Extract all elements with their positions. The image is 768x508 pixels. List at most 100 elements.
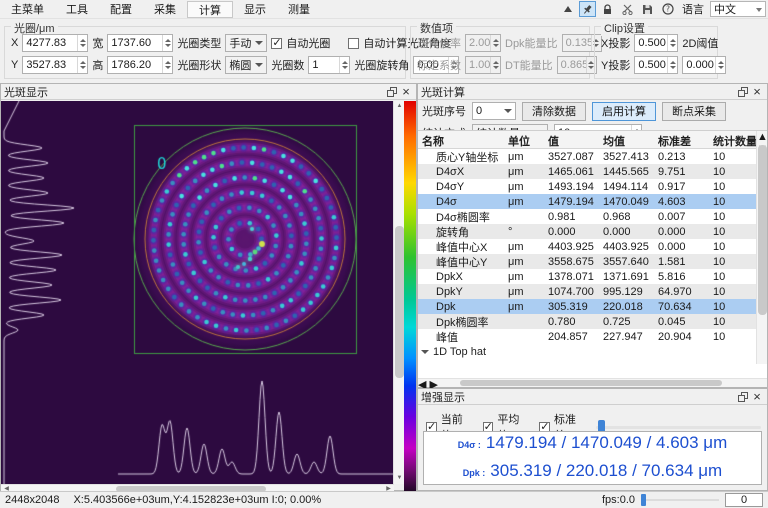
cell-mean: 4403.925	[603, 240, 649, 253]
table-horizontal-scrollbar[interactable]: ◀ ▶	[418, 378, 767, 391]
threshold-spinner[interactable]: 0.000	[682, 56, 727, 74]
cell-std: 1.581	[658, 255, 686, 268]
table-row[interactable]: 质心Y轴坐标 μm 3527.087 3527.413 0.213 10	[418, 149, 767, 164]
fps-slider[interactable]	[641, 494, 719, 506]
cell-value: 3558.675	[548, 255, 594, 268]
cell-value: 1493.194	[548, 180, 594, 193]
enable-calc-button[interactable]: 启用计算	[592, 101, 656, 121]
table-row[interactable]: D4σY μm 1493.194 1494.114 0.917 10	[418, 179, 767, 194]
cell-std: 20.904	[658, 330, 692, 343]
breakpoint-button[interactable]: 断点采集	[662, 101, 726, 121]
spot-display-titlebar: 光斑显示 ×	[1, 84, 416, 100]
cell-name: 质心Y轴坐标	[436, 151, 499, 164]
cell-mean: 1371.691	[603, 270, 649, 283]
header-unit: 单位	[508, 136, 530, 148]
table-row[interactable]: DpkX μm 1378.071 1371.691 5.816 10	[418, 269, 767, 284]
close-icon[interactable]: ×	[750, 390, 764, 403]
cell-mean: 227.947	[603, 330, 643, 343]
yproj-spinner[interactable]: 0.500	[634, 56, 679, 74]
beam-canvas[interactable]	[1, 101, 393, 484]
cut-icon[interactable]	[619, 1, 636, 17]
language-dropdown[interactable]: 中文	[710, 1, 766, 17]
aperture-count-spinner[interactable]: 1	[308, 56, 351, 74]
cell-std: 0.000	[658, 225, 686, 238]
group-row-1d-tophat[interactable]: 1D Top hat	[418, 345, 756, 359]
aperture-type-dropdown[interactable]: 手动	[225, 34, 268, 52]
aperture-shape-dropdown[interactable]: 椭圆	[225, 56, 268, 74]
cell-std: 0.007	[658, 210, 686, 223]
x-label: X	[11, 37, 19, 49]
float-icon[interactable]	[736, 85, 750, 98]
cell-mean: 0.968	[603, 210, 631, 223]
scroll-up-icon[interactable]: ▲	[757, 131, 768, 143]
menu-item-4[interactable]: 计算	[187, 0, 233, 18]
clear-data-button[interactable]: 清除数据	[522, 101, 586, 121]
display-vertical-scrollbar[interactable]: ▲ ▼	[393, 101, 404, 484]
collapse-icon[interactable]	[559, 1, 576, 17]
cell-unit: μm	[508, 180, 524, 193]
cell-unit	[506, 216, 546, 218]
cell-mean: 0.725	[603, 315, 631, 328]
table-vertical-scrollbar[interactable]: ▲ ▼	[756, 131, 768, 364]
menu-item-0[interactable]: 主菜单	[0, 1, 55, 18]
cell-value: 305.319	[548, 300, 588, 313]
cell-std: 4.603	[658, 195, 686, 208]
menu-bar: 主菜单 工具 配置 采集 计算 显示 测量 ? 语言 中文	[0, 0, 768, 19]
height-label: 高	[92, 60, 104, 72]
save-icon[interactable]	[639, 1, 656, 17]
calibration-spinner: 1.00	[465, 56, 501, 74]
menu-item-6[interactable]: 测量	[277, 1, 321, 18]
spot-display-panel: 光斑显示 × ▲ ▼ ◀ ▶	[0, 83, 417, 492]
float-icon[interactable]	[385, 85, 399, 98]
cell-unit: μm	[508, 270, 524, 283]
svg-text:?: ?	[666, 5, 670, 14]
lock-icon[interactable]	[599, 1, 616, 17]
dt-energy-spinner: 0.865	[556, 56, 597, 74]
height-spinner[interactable]: 1786.20	[107, 56, 174, 74]
pin-icon[interactable]	[579, 1, 596, 17]
x-spinner[interactable]: 4277.83	[22, 34, 89, 52]
cell-value: 204.857	[548, 330, 588, 343]
width-spinner[interactable]: 1737.60	[107, 34, 174, 52]
menu-item-1[interactable]: 工具	[55, 1, 99, 18]
iteration-spinner: 2.00	[465, 34, 501, 52]
table-row[interactable]: D4σX μm 1465.061 1445.565 9.751 10	[418, 164, 767, 179]
table-header: 名称 单位 值 均值 标准差 统计数量	[418, 131, 767, 149]
chevron-down-icon	[756, 7, 762, 15]
cell-std: 0.917	[658, 180, 686, 193]
aperture-group: 光圈/μm X 4277.83 宽 1737.60 光圈类型 手动 自动光圈 自…	[4, 20, 460, 79]
close-icon[interactable]: ×	[750, 85, 764, 98]
close-icon[interactable]: ×	[399, 85, 413, 98]
cell-mean: 1494.114	[603, 180, 649, 193]
scrollbar-thumb[interactable]	[460, 380, 722, 386]
table-row[interactable]: 峰值 204.857 227.947 20.904 10	[418, 329, 767, 344]
cell-name: DpkY	[436, 285, 463, 298]
cell-name: D4σX	[436, 165, 465, 178]
y-spinner[interactable]: 3527.83	[22, 56, 89, 74]
float-icon[interactable]	[736, 390, 750, 403]
menu-item-5[interactable]: 显示	[233, 1, 277, 18]
cell-value: 4403.925	[548, 240, 594, 253]
cell-value: 0.981	[548, 210, 576, 223]
cell-value: 1479.194	[548, 195, 594, 208]
scrollbar-thumb[interactable]	[758, 145, 767, 315]
table-row[interactable]: 峰值中心Y μm 3558.675 3557.640 1.581 10	[418, 254, 767, 269]
cell-std: 0.000	[658, 240, 686, 253]
cell-name: 峰值	[436, 331, 458, 344]
checkbox-checked-icon	[271, 36, 283, 49]
menu-item-3[interactable]: 采集	[143, 1, 187, 18]
cell-value: 0.780	[548, 315, 576, 328]
spot-seq-dropdown[interactable]: 0	[472, 102, 516, 120]
xproj-spinner[interactable]: 0.500	[634, 34, 679, 52]
aperture-count-label: 光圈数	[271, 60, 305, 72]
slider-handle[interactable]	[641, 494, 646, 506]
auto-aperture-checkbox[interactable]: 自动光圈	[271, 35, 330, 51]
calc-table: 名称 单位 值 均值 标准差 统计数量 质心Y轴坐标 μm 3527.087 3527…	[418, 130, 768, 391]
cell-mean: 1470.049	[603, 195, 649, 208]
cell-unit	[506, 321, 546, 323]
d4sigma-label: D4σ :	[457, 440, 481, 450]
table-row[interactable]: DpkY μm 1074.700 995.129 64.970 10	[418, 284, 767, 299]
help-icon[interactable]: ?	[659, 1, 676, 17]
scrollbar-thumb[interactable]	[395, 226, 404, 378]
menu-item-2[interactable]: 配置	[99, 1, 143, 18]
